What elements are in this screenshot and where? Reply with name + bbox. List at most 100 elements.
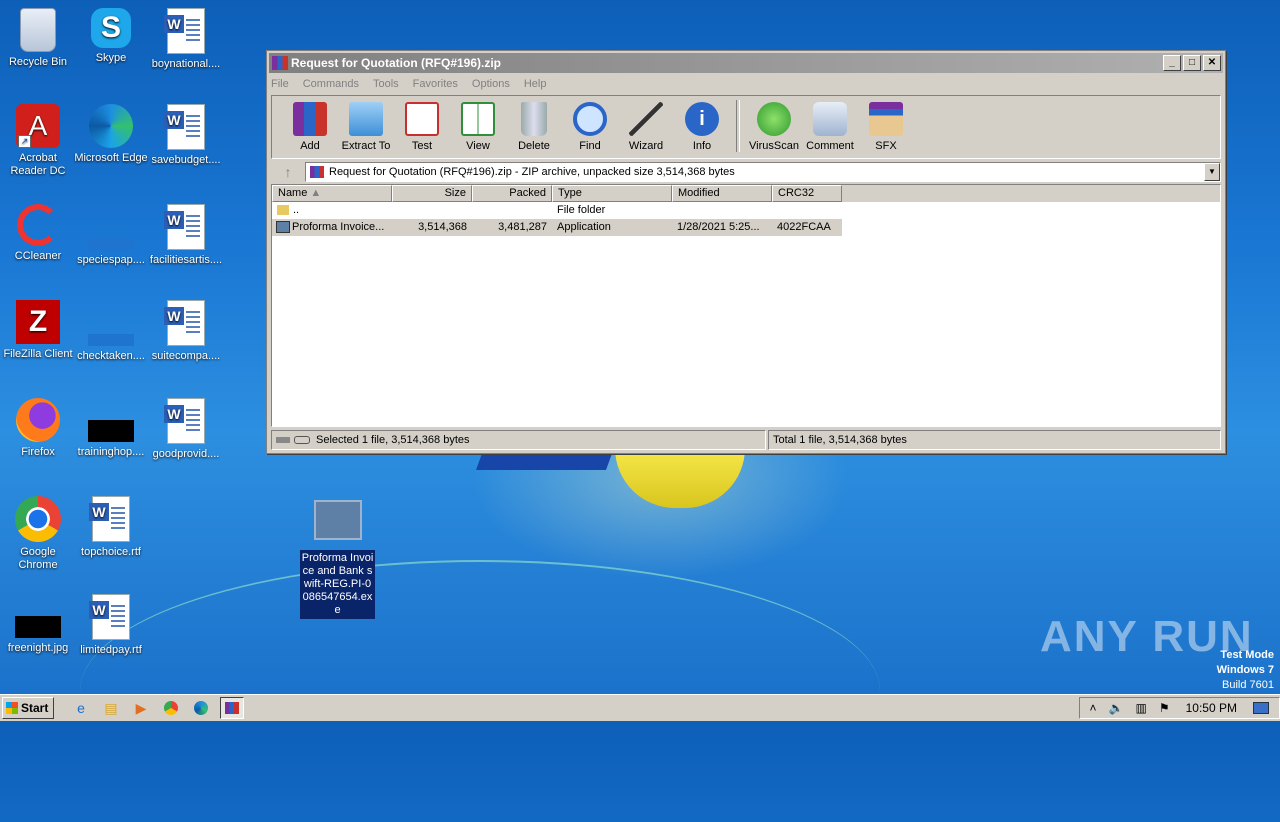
image-file-icon xyxy=(15,616,61,638)
winrar-icon xyxy=(272,56,288,70)
flag-icon[interactable]: ⚑ xyxy=(1159,701,1170,715)
edge-icon xyxy=(89,104,133,148)
desktop-icon-topchoice[interactable]: W topchoice.rtf xyxy=(73,496,149,559)
word-doc-icon: W xyxy=(164,8,205,54)
info-icon: i xyxy=(685,102,719,136)
wallpaper-arc xyxy=(80,560,880,822)
wizard-button[interactable]: Wizard xyxy=(618,96,674,152)
chrome-taskbar-icon[interactable] xyxy=(160,698,182,718)
menu-help[interactable]: Help xyxy=(524,78,547,90)
menu-favorites[interactable]: Favorites xyxy=(413,78,458,90)
desktop-icon-speciespap[interactable]: speciespap.... xyxy=(73,204,149,267)
sfx-button[interactable]: SFX xyxy=(858,96,914,152)
file-list[interactable]: Name ▲ Size Packed Type Modified CRC32 .… xyxy=(271,184,1221,427)
desktop-icon-edge[interactable]: Microsoft Edge xyxy=(73,104,149,165)
desktop-icon-checktaken[interactable]: checktaken.... xyxy=(73,300,149,363)
desktop-icon-suitecompa[interactable]: W suitecompa.... xyxy=(148,300,224,363)
extract-to-button[interactable]: Extract To xyxy=(338,96,394,152)
menu-file[interactable]: File xyxy=(271,78,289,90)
magnifier-icon xyxy=(573,102,607,136)
toolbar-separator xyxy=(736,100,740,152)
column-modified[interactable]: Modified xyxy=(672,185,772,202)
system-tray: ˄ 🔈 ▥ ⚑ 10:50 PM xyxy=(1078,697,1280,719)
find-button[interactable]: Find xyxy=(562,96,618,152)
column-name[interactable]: Name ▲ xyxy=(272,185,392,202)
taskbar: Start e ▤ ▶ ˄ 🔈 ▥ ⚑ 10:50 PM xyxy=(0,694,1280,721)
column-packed[interactable]: Packed xyxy=(472,185,552,202)
menu-tools[interactable]: Tools xyxy=(373,78,399,90)
column-crc32[interactable]: CRC32 xyxy=(772,185,842,202)
media-player-icon[interactable]: ▶ xyxy=(130,698,152,718)
menu-commands[interactable]: Commands xyxy=(303,78,359,90)
volume-icon[interactable]: 🔈 xyxy=(1109,701,1124,715)
word-doc-icon: W xyxy=(164,104,205,150)
word-doc-icon: W xyxy=(164,204,205,250)
firefox-icon xyxy=(16,398,60,442)
desktop-icon-acrobat[interactable]: A ↗ Acrobat Reader DC xyxy=(0,104,76,178)
add-button[interactable]: Add xyxy=(282,96,338,152)
show-desktop-icon[interactable] xyxy=(1253,702,1269,714)
column-type[interactable]: Type xyxy=(552,185,672,202)
bug-icon xyxy=(757,102,791,136)
desktop-icon-chrome[interactable]: Google Chrome xyxy=(0,496,76,572)
application-icon xyxy=(313,500,362,540)
table-row[interactable]: .. File folder xyxy=(272,202,1220,219)
windows-logo-icon xyxy=(6,702,18,714)
minimize-button[interactable]: _ xyxy=(1163,55,1181,71)
ie-icon[interactable]: e xyxy=(70,698,92,718)
file-icon xyxy=(88,334,134,346)
desktop-icon-skype[interactable]: S Skype xyxy=(73,8,149,65)
edge-taskbar-icon[interactable] xyxy=(190,698,212,718)
desktop-icon-limitedpay[interactable]: W limitedpay.rtf xyxy=(73,594,149,657)
virusscan-button[interactable]: VirusScan xyxy=(746,96,802,152)
network-icon[interactable]: ▥ xyxy=(1136,701,1147,715)
desktop-icon-goodprovid[interactable]: W goodprovid.... xyxy=(148,398,224,461)
acrobat-icon: A ↗ xyxy=(16,104,60,148)
info-button[interactable]: i Info xyxy=(674,96,730,152)
image-file-icon xyxy=(88,420,134,442)
desktop-icon-proforma-exe[interactable]: Proforma Invoice and Bank swift-REG.PI-0… xyxy=(300,500,375,619)
ccleaner-icon xyxy=(17,204,59,246)
toolbar: Add Extract To Test View Delete Find Wiz… xyxy=(271,95,1221,159)
up-arrow-icon[interactable]: ↑ xyxy=(271,162,305,182)
recycle-bin-icon xyxy=(20,8,56,52)
address-field[interactable]: Request for Quotation (RFQ#196).zip - ZI… xyxy=(305,162,1221,182)
title-bar[interactable]: Request for Quotation (RFQ#196).zip _ □ … xyxy=(269,53,1223,73)
folder-icon xyxy=(277,205,289,216)
sfx-icon xyxy=(869,102,903,136)
column-size[interactable]: Size xyxy=(392,185,472,202)
desktop-icon-ccleaner[interactable]: CCleaner xyxy=(0,204,76,263)
table-row[interactable]: Proforma Invoice... 3,514,368 3,481,287 … xyxy=(272,219,842,236)
winrar-window[interactable]: Request for Quotation (RFQ#196).zip _ □ … xyxy=(266,50,1226,454)
close-button[interactable]: ✕ xyxy=(1203,55,1221,71)
delete-button[interactable]: Delete xyxy=(506,96,562,152)
maximize-button[interactable]: □ xyxy=(1183,55,1201,71)
folder-icon xyxy=(349,102,383,136)
winrar-taskbar-icon[interactable] xyxy=(220,697,244,719)
desktop-icon-traininghop[interactable]: traininghop.... xyxy=(73,398,149,459)
chevron-down-icon[interactable]: ▼ xyxy=(1204,163,1220,181)
start-button[interactable]: Start xyxy=(2,697,54,719)
application-icon xyxy=(276,221,290,234)
word-doc-icon: W xyxy=(89,594,130,640)
desktop-icon-filezilla[interactable]: Z FileZilla Client xyxy=(0,300,76,361)
desktop-icon-facilitiesartis[interactable]: W facilitiesartis.... xyxy=(148,204,224,267)
menu-options[interactable]: Options xyxy=(472,78,510,90)
test-button[interactable]: Test xyxy=(394,96,450,152)
comment-button[interactable]: Comment xyxy=(802,96,858,152)
clock[interactable]: 10:50 PM xyxy=(1186,701,1237,715)
view-button[interactable]: View xyxy=(450,96,506,152)
desktop-icon-savebudget[interactable]: W savebudget.... xyxy=(148,104,224,167)
status-bar: Selected 1 file, 3,514,368 bytes Total 1… xyxy=(271,430,1221,450)
clipboard-icon xyxy=(405,102,439,136)
window-title: Request for Quotation (RFQ#196).zip xyxy=(291,56,502,70)
desktop-icon-firefox[interactable]: Firefox xyxy=(0,398,76,459)
add-icon xyxy=(293,102,327,136)
desktop-icon-boynational[interactable]: W boynational.... xyxy=(148,8,224,71)
desktop-icon-recycle-bin[interactable]: Recycle Bin xyxy=(0,8,76,69)
chevron-up-icon[interactable]: ˄ xyxy=(1090,701,1097,715)
explorer-icon[interactable]: ▤ xyxy=(100,698,122,718)
chrome-icon xyxy=(15,496,61,542)
desktop-icon-freenight[interactable]: freenight.jpg xyxy=(0,594,76,655)
archive-icon xyxy=(310,166,324,178)
